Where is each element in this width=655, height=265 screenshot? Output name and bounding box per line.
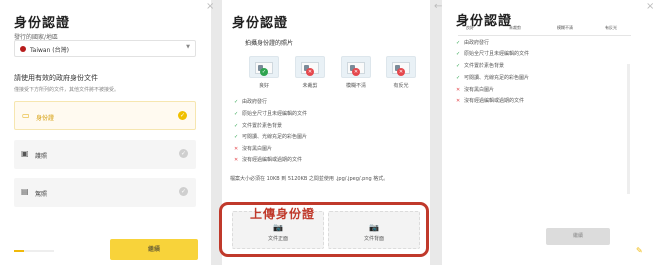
rule-item: ✓ 原始全尺寸且未經編輯的文件 (234, 111, 308, 117)
divider (458, 35, 631, 36)
sample-caption: 有反光 (393, 83, 409, 89)
continue-button-disabled[interactable]: 繼續 (546, 228, 610, 245)
panel-select-document: 身份認證 發行的國家/地區 Taiwan (台灣) ▼ 請使用有效的政府身份文件… (0, 0, 211, 265)
check-circle-icon: ✓ (179, 149, 188, 158)
check-circle-icon: ✓ (260, 68, 268, 76)
overlay-title: 上傳身份證 (250, 207, 316, 221)
sample-caption: 模糊不清 (345, 83, 366, 89)
passport-icon: ▣ (21, 149, 29, 158)
rule-item: ✓ 可閱讀、光線充足的彩色圖片 (456, 75, 530, 81)
doc-option-label: 駕照 (35, 191, 48, 198)
rule-item: ✓ 文件置於素色背景 (456, 63, 505, 69)
chevron-down-icon: ▼ (186, 44, 190, 50)
page-title: 身份認證 (14, 16, 71, 31)
sample-caption: 未裁剪 (509, 25, 521, 30)
doc-option-driver-license[interactable]: ▤ 駕照 ✓ (14, 178, 196, 207)
cross-icon: ✕ (456, 87, 461, 93)
rule-item: ✓ 文件置於素色背景 (234, 123, 283, 129)
progress-bar (14, 250, 54, 252)
pencil-icon: ✎ (636, 246, 643, 255)
id-card-icon: ▭ (22, 111, 30, 120)
rule-item: ✓ 由政府發行 (234, 99, 268, 105)
check-icon: ✓ (234, 123, 239, 129)
cross-icon: ✕ (234, 157, 239, 163)
progress-fill (14, 250, 24, 252)
cross-circle-icon: ✕ (352, 68, 360, 76)
check-icon: ✓ (234, 134, 239, 140)
cross-circle-icon: ✕ (306, 68, 314, 76)
doc-option-id-card[interactable]: ▭ 身份證 ✓ (14, 101, 196, 130)
scrollbar[interactable] (627, 64, 630, 194)
rule-item: ✓ 由政府發行 (456, 40, 490, 46)
rule-item: ✓ 可閱讀、光線充足的彩色圖片 (234, 134, 308, 140)
cross-circle-icon: ✕ (397, 68, 405, 76)
cross-icon: ✕ (234, 146, 239, 152)
check-icon: ✓ (234, 111, 239, 117)
sample-caption: 未裁剪 (302, 83, 318, 89)
doc-option-label: 護照 (35, 153, 48, 160)
taiwan-flag-icon (20, 46, 26, 52)
check-circle-icon: ✓ (179, 187, 188, 196)
page-title: 身份認證 (456, 14, 513, 29)
sample-caption: 良好 (466, 25, 474, 30)
check-circle-icon: ✓ (178, 111, 187, 120)
upload-heading: 拍攝身份證的照片 (245, 40, 294, 47)
rule-item: ✓ 原始全尺寸且未經編輯的文件 (456, 51, 530, 57)
check-icon: ✓ (456, 75, 461, 81)
check-icon: ✓ (456, 51, 461, 57)
sample-caption: 模糊不清 (557, 25, 573, 30)
close-icon[interactable]: × (206, 2, 214, 12)
cross-icon: ✕ (456, 98, 461, 104)
sample-caption: 有反光 (605, 25, 617, 30)
close-icon[interactable]: × (646, 2, 654, 12)
continue-button[interactable]: 繼續 (110, 239, 198, 260)
driver-license-icon: ▤ (21, 187, 29, 196)
doc-option-passport[interactable]: ▣ 護照 ✓ (14, 140, 196, 169)
doc-section-note: 僅接受下方所列的文件，其他文件將不被接受。 (14, 87, 120, 93)
page-title: 身份認證 (232, 16, 289, 31)
check-icon: ✓ (234, 99, 239, 105)
check-icon: ✓ (456, 40, 461, 46)
rule-item: ✕ 沒有經過編輯或過期的文件 (456, 98, 525, 104)
doc-section-heading: 請使用有效的政府身份文件 (14, 74, 98, 82)
sample-caption: 良好 (258, 83, 269, 89)
country-select[interactable]: Taiwan (台灣) ▼ (14, 40, 196, 57)
check-icon: ✓ (456, 63, 461, 69)
rule-item: ✕ 沒有經過編輯或過期的文件 (234, 157, 303, 163)
doc-option-label: 身份證 (36, 115, 55, 122)
rule-item: ✕ 沒有黑白圖片 (456, 87, 495, 93)
country-value: Taiwan (台灣) (30, 47, 69, 54)
rule-item: ✕ 沒有黑白圖片 (234, 146, 273, 152)
file-requirements-hint: 檔案大小必須在 10KB 到 5120KB 之間並使用 .jpg/.jpeg/.… (230, 176, 389, 182)
